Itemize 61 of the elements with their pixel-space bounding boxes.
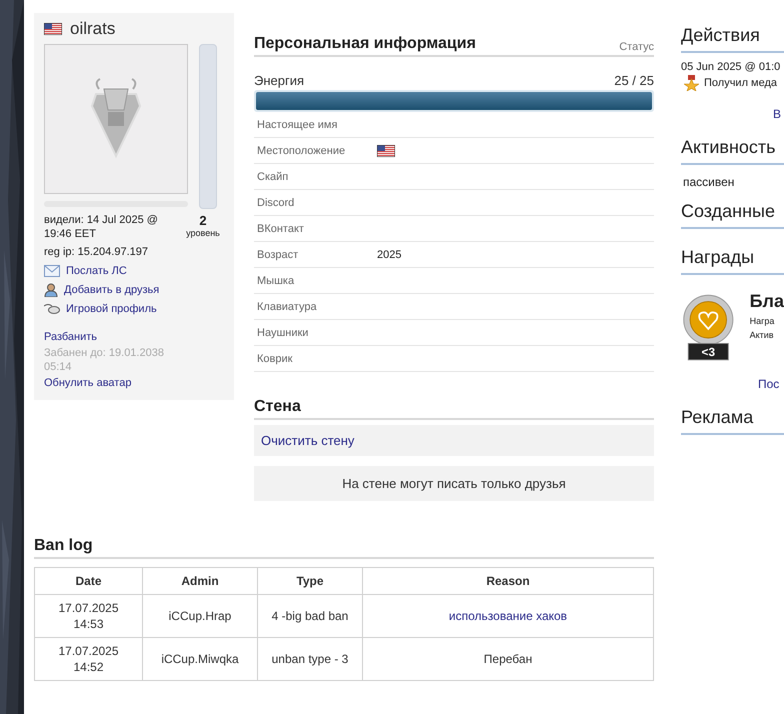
section-title: Стена <box>254 398 301 416</box>
field-label: Наушники <box>257 326 310 338</box>
profile-link[interactable]: Игровой профиль <box>66 302 157 316</box>
column-header: Date <box>34 568 142 594</box>
energy-reading: 25 / 25 <box>614 73 654 88</box>
flag-icon <box>44 23 62 35</box>
mouse-icon <box>44 303 60 315</box>
field-label: Местоположение <box>257 144 346 156</box>
username: oilrats <box>70 19 116 39</box>
ban-expiry: Забанен до: 19.01.2038 05:14 <box>44 346 165 374</box>
column-header: Reason <box>362 568 654 594</box>
profile-link[interactable]: Добавить в друзья <box>64 283 160 297</box>
level-number: 2 <box>199 213 207 228</box>
clear-wall-link[interactable]: Очистить стену <box>254 425 654 456</box>
status-label: Статус <box>619 41 654 53</box>
table-cell: Перебан <box>362 638 654 680</box>
action-time: 05 Jun 2025 @ 01:0 <box>681 61 782 73</box>
field-label: Скайп <box>257 170 290 182</box>
reg-ip: reg ip: 15.204.97.197 <box>44 245 149 259</box>
wall-notice: На стене могут писать только друзья <box>254 466 654 501</box>
field-label: Коврик <box>257 352 294 364</box>
envelope-icon <box>44 265 60 277</box>
field-label: Мышка <box>257 274 296 286</box>
table-cell: iCCup.Miwqka <box>142 638 258 680</box>
medal-icon <box>684 75 699 91</box>
field-label: Discord <box>257 196 296 208</box>
award-line: Награ <box>750 316 776 326</box>
section-title: Ban log <box>34 537 93 555</box>
level-label: уровень <box>186 228 220 238</box>
action-text: Получил меда <box>704 77 778 89</box>
more-link[interactable]: Пос <box>681 377 784 391</box>
field-label: Клавиатура <box>257 300 318 312</box>
last-seen: видели: 14 Jul 2025 @ 19:46 EET <box>44 213 159 241</box>
column-header: Type <box>258 568 362 594</box>
section-title: Персональная информация <box>254 35 476 53</box>
table-cell: 17.07.2025 14:52 <box>34 638 142 680</box>
section-title: Реклама <box>681 407 784 435</box>
award-line: Актив <box>750 330 775 340</box>
unban-link[interactable]: Разбанить <box>44 330 182 344</box>
table-cell: iCCup.Hrap <box>142 594 258 638</box>
field-label: Настоящее имя <box>257 118 338 130</box>
section-title: Созданные <box>681 201 784 229</box>
field-value: 2025 <box>377 248 402 260</box>
section-title: Награды <box>681 247 784 275</box>
reset-avatar-link[interactable]: Обнулить аватар <box>44 376 182 390</box>
table-cell: 17.07.2025 14:53 <box>34 594 142 638</box>
field-label: ВКонтакт <box>257 222 305 234</box>
section-title: Действия <box>681 25 784 53</box>
profile-link[interactable]: Послать ЛС <box>66 264 127 278</box>
reason-link[interactable]: использование хаков <box>448 609 568 623</box>
table-cell: 4 -big bad ban <box>258 594 362 638</box>
section-title: Активность <box>681 137 784 165</box>
energy-label: Энергия <box>254 73 304 88</box>
field-label: Возраст <box>257 248 300 260</box>
person-icon <box>44 283 58 297</box>
table-cell: unban type - 3 <box>258 638 362 680</box>
award-title: Бла <box>750 291 784 312</box>
column-header: Admin <box>142 568 258 594</box>
more-link[interactable]: В <box>681 107 784 121</box>
flag-icon <box>377 144 395 156</box>
activity-value: пассивен <box>682 175 736 189</box>
